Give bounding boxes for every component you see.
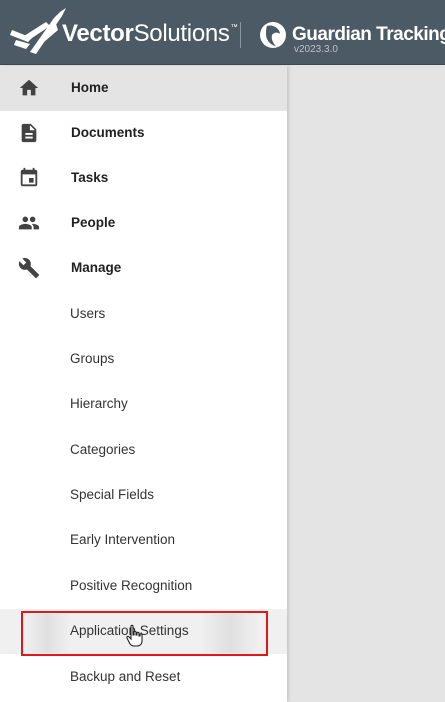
document-icon [21, 123, 37, 143]
sidebar-nav: Home Documents Tasks People Manage Users… [0, 66, 287, 702]
sidebar-subitem-users[interactable]: Users [0, 292, 287, 337]
brand-regular-text: Solutions [133, 20, 230, 47]
brand-bold-text: Vector [62, 20, 134, 47]
sidebar-subitem-label: Groups [70, 351, 115, 366]
sidebar-subitem-early-intervention[interactable]: Early Intervention [0, 518, 287, 563]
trademark-symbol: ™ [230, 24, 238, 31]
sidebar-item-label: People [71, 215, 116, 230]
product-title: Guardian Tracking [292, 24, 445, 45]
sidebar-item-label: Manage [71, 260, 122, 275]
wrench-icon [18, 258, 40, 279]
home-icon [19, 79, 39, 96]
sidebar-subitem-hierarchy[interactable]: Hierarchy [0, 382, 287, 427]
sidebar-item-label: Tasks [71, 170, 109, 185]
sidebar-subitem-label: Special Fields [70, 487, 155, 502]
hand-pointer-cursor-icon [126, 624, 143, 647]
sidebar-subitem-groups[interactable]: Groups [0, 337, 287, 382]
sidebar-subitem-positive-recognition[interactable]: Positive Recognition [0, 564, 287, 609]
sidebar-subitem-backup-and-reset[interactable]: Backup and Reset [0, 655, 287, 700]
sidebar-item-tasks[interactable]: Tasks [0, 156, 287, 201]
sidebar-subitem-categories[interactable]: Categories [0, 428, 287, 473]
sidebar-subitem-label: Early Intervention [70, 532, 176, 547]
app-header: VectorSolutions™ Guardian Tracking v2023… [0, 0, 445, 65]
guardian-tracking-logo-icon [260, 22, 286, 48]
people-icon [18, 216, 40, 230]
sidebar-subitem-label: Hierarchy [70, 396, 128, 411]
vector-solutions-wordmark: VectorSolutions™ [62, 20, 238, 48]
sidebar-subitem-label: Backup and Reset [70, 669, 181, 684]
sidebar-item-label: Documents [71, 125, 145, 140]
sidebar-item-manage[interactable]: Manage [0, 246, 287, 291]
sidebar-subitem-label: Categories [70, 442, 136, 457]
vector-solutions-logo-icon[interactable] [10, 8, 70, 56]
sidebar-subitem-label: Users [70, 306, 106, 321]
calendar-icon [20, 167, 38, 187]
sidebar-subitem-label: Positive Recognition [70, 578, 193, 593]
header-divider [240, 22, 241, 48]
sidebar-item-documents[interactable]: Documents [0, 111, 287, 156]
product-version: v2023.3.0 [294, 44, 338, 55]
sidebar-subitem-special-fields[interactable]: Special Fields [0, 473, 287, 518]
sidebar-item-label: Home [71, 80, 109, 95]
sidebar-item-home[interactable]: Home [0, 66, 287, 111]
sidebar-item-people[interactable]: People [0, 201, 287, 246]
